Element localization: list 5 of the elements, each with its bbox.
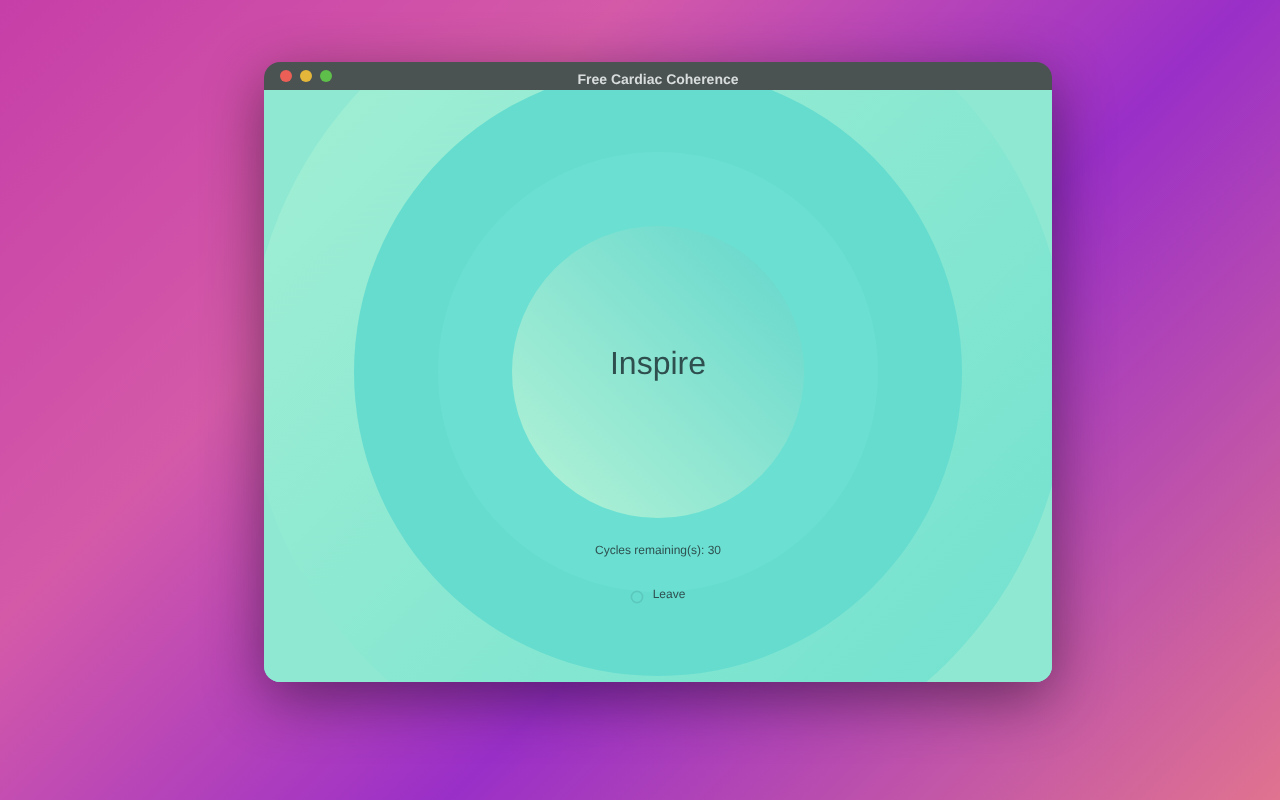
minimize-icon[interactable] xyxy=(300,70,312,82)
zoom-icon[interactable] xyxy=(320,70,332,82)
breath-phase-label: Inspire xyxy=(609,346,707,386)
close-icon[interactable] xyxy=(280,70,292,82)
spinner-icon xyxy=(630,590,645,604)
